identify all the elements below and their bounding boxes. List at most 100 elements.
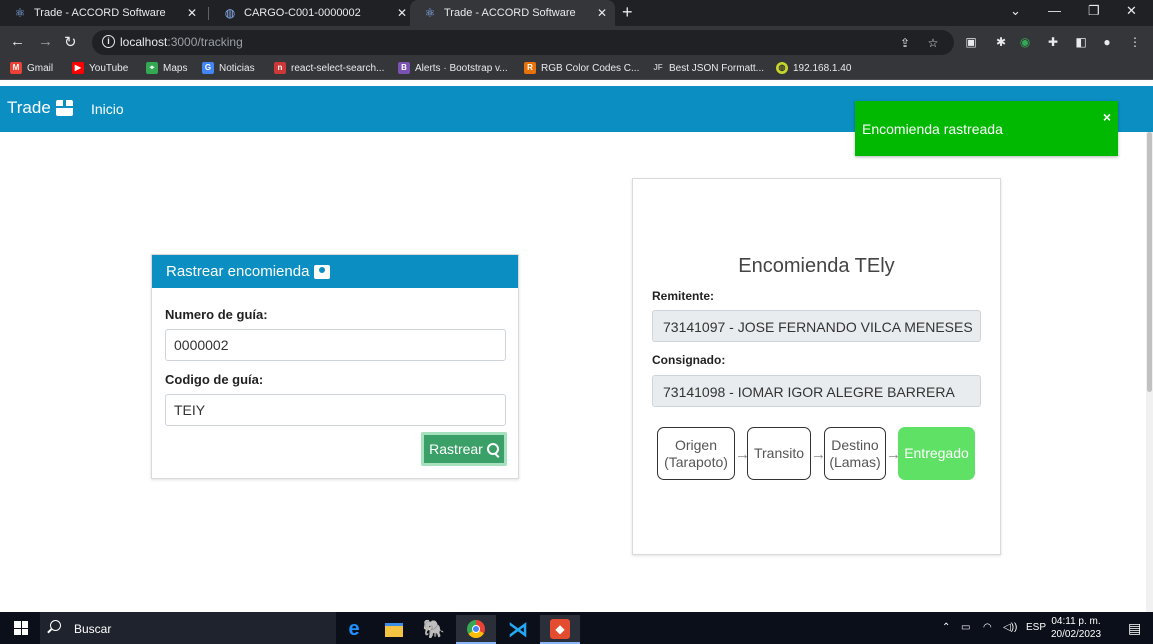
tracking-form-card: Rastrear encomienda Numero de guía: Codi… <box>151 254 519 479</box>
back-arrow-icon[interactable]: ← <box>10 33 25 50</box>
vscode-icon[interactable]: ⋊ <box>498 615 538 644</box>
consignee-label: Consignado: <box>652 353 726 367</box>
windows-taskbar: Buscar e 🐘 ⋊ ◆ ⌃ ▭ ◠ ◁)) ESP 04:11 p. m.… <box>0 612 1153 644</box>
profile-icon[interactable]: ● <box>1100 35 1114 49</box>
json-icon: JF <box>652 62 664 74</box>
guide-number-label: Numero de guía: <box>165 307 268 322</box>
browser-tab-2[interactable]: ◍ CARGO-C001-0000002 ✕ <box>210 0 415 26</box>
close-tab-icon[interactable]: ✕ <box>397 6 407 20</box>
tab-title: Trade - ACCORD Software <box>34 7 166 19</box>
bookmark-rgb[interactable]: R RGB Color Codes C... <box>524 62 639 74</box>
bookmarks-bar: M Gmail ▶ YouTube ⌖ Maps G Noticias n react-s… <box>0 59 1153 80</box>
bookmark-bootstrap[interactable]: B Alerts · Bootstrap v... <box>398 62 508 74</box>
forward-arrow-icon[interactable]: → <box>38 33 53 50</box>
box-icon <box>55 100 73 116</box>
wifi-icon[interactable]: ◠ <box>983 622 992 633</box>
record-extension-icon[interactable]: ◉ <box>1018 35 1032 49</box>
track-button[interactable]: Rastrear <box>421 432 507 466</box>
map-marked-icon <box>314 264 331 279</box>
windows-start-icon[interactable] <box>14 621 28 635</box>
rgb-icon: R <box>524 62 536 74</box>
clock-date: 20/02/2023 <box>1051 629 1102 640</box>
extension-icon[interactable]: ✱ <box>994 35 1008 49</box>
globe-icon: ◍ <box>224 6 236 20</box>
reload-icon[interactable]: ↻ <box>64 33 77 51</box>
bootstrap-icon: B <box>398 62 410 74</box>
search-icon <box>50 620 61 631</box>
step-entregado: Entregado <box>898 427 975 480</box>
volume-icon[interactable]: ◁)) <box>1003 622 1017 633</box>
search-plus-icon <box>486 443 499 455</box>
postgres-icon[interactable]: 🐘 <box>414 615 454 644</box>
chevron-up-icon[interactable]: ⌃ <box>942 622 950 633</box>
notifications-icon[interactable]: ▤ <box>1128 620 1141 637</box>
consignee-field: 73141098 - IOMAR IGOR ALEGRE BARRERA <box>652 375 981 407</box>
globe-icon: ◍ <box>776 62 788 74</box>
step-transito: Transito <box>747 427 811 480</box>
taskbar-clock[interactable]: 04:11 p. m. 20/02/2023 <box>1051 615 1101 641</box>
file-explorer-icon[interactable] <box>374 615 414 644</box>
sender-field: 73141097 - JOSE FERNANDO VILCA MENESES <box>652 310 981 342</box>
nav-link-inicio[interactable]: Inicio <box>91 101 124 117</box>
scrollbar-thumb[interactable] <box>1147 132 1152 392</box>
bookmark-youtube[interactable]: ▶ YouTube <box>72 62 128 74</box>
track-button-label: Rastrear <box>429 441 483 457</box>
brand-name: Trade <box>7 98 51 117</box>
browser-tab-1[interactable]: ⚛ Trade - ACCORD Software ✕ <box>0 0 205 26</box>
tab-title: Trade - ACCORD Software <box>444 7 576 19</box>
bookmark-maps[interactable]: ⌖ Maps <box>146 62 187 74</box>
news-icon: G <box>202 62 214 74</box>
taskbar-search-placeholder: Buscar <box>74 622 112 636</box>
new-tab-button[interactable]: + <box>622 2 633 23</box>
language-indicator[interactable]: ESP <box>1026 622 1046 633</box>
edge-icon[interactable]: e <box>334 615 374 644</box>
toast-message: Encomienda rastreada <box>862 121 1003 137</box>
sender-label: Remitente: <box>652 289 715 303</box>
close-tab-icon[interactable]: ✕ <box>597 6 607 20</box>
browser-tabstrip: ⚛ Trade - ACCORD Software ✕ ◍ CARGO-C001… <box>0 0 1153 26</box>
close-tab-icon[interactable]: ✕ <box>187 6 197 20</box>
close-window-button[interactable]: ✕ <box>1126 3 1137 19</box>
youtube-icon: ▶ <box>72 62 84 74</box>
chrome-icon[interactable] <box>456 615 496 644</box>
restore-button[interactable]: ❐ <box>1088 3 1100 19</box>
bookmark-react-select[interactable]: n react-select-search... <box>274 62 384 74</box>
battery-icon[interactable]: ▭ <box>961 622 970 633</box>
info-icon[interactable]: i <box>102 35 115 48</box>
star-icon[interactable]: ☆ <box>926 36 940 50</box>
menu-kebab-icon[interactable]: ⋮ <box>1128 35 1142 49</box>
bookmark-json[interactable]: JF Best JSON Formatt... <box>652 62 764 74</box>
browser-tab-3[interactable]: ⚛ Trade - ACCORD Software ✕ <box>410 0 615 26</box>
clock-time: 04:11 p. m. <box>1051 616 1101 627</box>
translate-extension-icon[interactable]: ▣ <box>964 35 978 49</box>
page-scrollbar[interactable] <box>1146 132 1153 612</box>
git-app-icon[interactable]: ◆ <box>540 615 580 644</box>
react-atom-icon: ⚛ <box>424 6 436 20</box>
puzzle-extensions-icon[interactable]: ✚ <box>1046 35 1060 49</box>
toast-close-button[interactable]: × <box>1103 109 1111 125</box>
side-panel-icon[interactable]: ◧ <box>1074 35 1088 49</box>
tracking-form-header: Rastrear encomienda <box>152 255 518 288</box>
brand-logo[interactable]: Trade <box>7 98 73 118</box>
step-destino: Destino (Lamas) <box>824 427 886 480</box>
taskbar-search-box[interactable]: Buscar <box>40 612 336 644</box>
bookmark-gmail[interactable]: M Gmail <box>10 62 53 74</box>
address-bar[interactable]: i localhost:3000/tracking ⇪ ☆ <box>92 30 954 55</box>
result-title: Encomienda TEly <box>738 255 895 277</box>
tracking-form-title: Rastrear encomienda <box>166 263 310 280</box>
bookmark-ip[interactable]: ◍ 192.168.1.40 <box>776 62 851 74</box>
gmail-icon: M <box>10 62 22 74</box>
share-icon[interactable]: ⇪ <box>898 36 912 50</box>
npm-icon: n <box>274 62 286 74</box>
minimize-button[interactable]: — <box>1048 3 1061 18</box>
guide-code-label: Codigo de guía: <box>165 372 264 387</box>
guide-code-input[interactable] <box>165 394 506 426</box>
guide-number-input[interactable] <box>165 329 506 361</box>
tab-search-icon[interactable]: ⌄ <box>1010 3 1021 19</box>
tab-title: CARGO-C001-0000002 <box>244 7 361 19</box>
step-origen: Origen (Tarapoto) <box>657 427 735 480</box>
react-atom-icon: ⚛ <box>14 6 26 20</box>
bookmark-noticias[interactable]: G Noticias <box>202 62 255 74</box>
url-text[interactable]: localhost:3000/tracking <box>120 35 243 49</box>
success-toast: Encomienda rastreada × <box>855 101 1118 156</box>
